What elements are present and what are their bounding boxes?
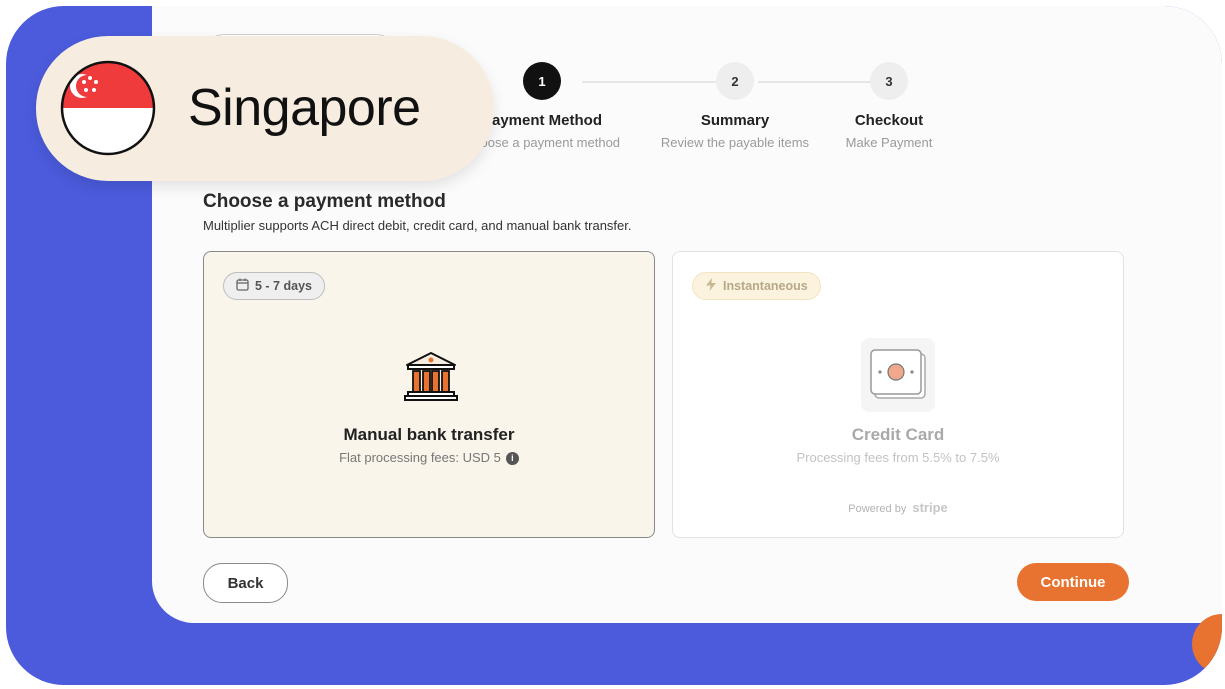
singapore-flag-icon [60, 60, 156, 161]
stripe-logo: stripe [912, 500, 948, 515]
country-badge: Singapore [36, 36, 494, 181]
section-title: Choose a payment method [203, 191, 446, 212]
step-number: 1 [523, 62, 561, 100]
powered-by: Powered by stripe [673, 500, 1123, 515]
payment-option-bank-transfer[interactable]: 5 - 7 days Manual bank transfer Flat pro… [203, 251, 655, 538]
lightning-icon [705, 278, 717, 294]
powered-by-label: Powered by [848, 503, 907, 515]
option-fees: Processing fees from 5.5% to 7.5% [796, 450, 1000, 465]
calendar-icon [236, 278, 249, 294]
step-subtitle: Make Payment [845, 135, 933, 150]
duration-badge: 5 - 7 days [223, 272, 325, 300]
chat-launcher-button[interactable] [1192, 614, 1222, 674]
credit-card-icon [861, 338, 935, 412]
step-checkout[interactable]: 3 Checkout Make Payment [789, 62, 989, 150]
option-title: Manual bank transfer [343, 425, 515, 444]
payment-option-credit-card[interactable]: Instantaneous Credit Card Processing fee… [672, 251, 1124, 538]
info-icon[interactable]: i [505, 452, 519, 466]
section-subtitle: Multiplier supports ACH direct debit, cr… [203, 218, 632, 233]
continue-button[interactable]: Continue [1017, 563, 1129, 601]
step-number: 2 [716, 62, 754, 100]
step-number: 3 [870, 62, 908, 100]
country-name: Singapore [188, 79, 421, 137]
bank-icon [404, 350, 458, 407]
speed-badge-label: Instantaneous [723, 279, 808, 293]
option-fees: Flat processing fees: USD 5 i [204, 450, 654, 466]
back-button[interactable]: Back [203, 563, 288, 603]
duration-badge-label: 5 - 7 days [255, 279, 312, 293]
step-title: Checkout [854, 112, 924, 129]
option-fees-text: Flat processing fees: USD 5 [339, 450, 501, 465]
option-title: Credit Card [851, 425, 945, 444]
speed-badge: Instantaneous [692, 272, 821, 300]
